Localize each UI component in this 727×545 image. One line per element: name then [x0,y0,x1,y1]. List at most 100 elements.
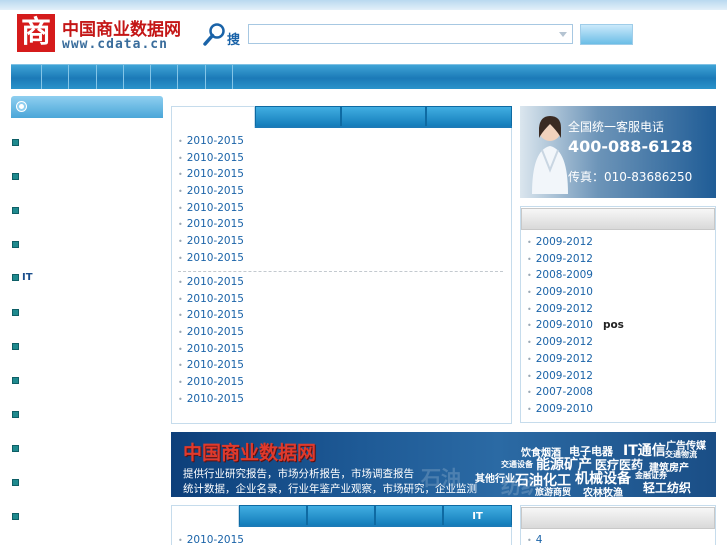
list-item[interactable]: • 2010-2015 [178,218,244,235]
list-item[interactable]: • 2010-2015 [178,293,244,310]
sidebar-item[interactable] [12,407,22,419]
bottom-tab-1[interactable] [171,505,239,527]
list-item-text: 2010-2015 [186,292,244,305]
logo-url: www.cdata.cn [62,37,168,52]
bullet-icon: • [527,254,532,264]
bullet-icon: • [178,220,183,230]
bullet-icon: • [178,294,183,304]
bullet-icon: • [178,253,183,263]
square-bullet-icon [12,138,19,146]
list-item[interactable]: • 2010-2015 [178,252,244,269]
list-item[interactable]: • 2009-2010 [527,286,624,303]
square-bullet-icon [12,206,19,214]
bullet-icon: • [178,536,183,545]
list-item[interactable]: • 2010-2015 [178,135,244,152]
tab-2[interactable] [255,106,341,128]
report-list-a: • 2010-2015 • 2010-2015 • 2010-2015 • 2010-2015… [178,135,244,269]
list-item[interactable]: • 2010-2015 [178,393,244,410]
list-item[interactable]: • 2010-2015 [178,185,244,202]
bottom-tab-2[interactable] [239,505,307,527]
square-bullet-icon [12,342,19,350]
banner-title: 中国商业数据网 [183,442,317,464]
bullet-icon: • [527,404,532,414]
tab-1[interactable] [171,106,255,128]
list-item-text: 2010-2015 [186,235,244,248]
search-input[interactable] [248,24,573,44]
list-item[interactable]: • 2010-2015 [178,152,244,169]
bottom-tab-3[interactable] [307,505,375,527]
sidebar-item[interactable] [12,135,22,147]
sidebar-item[interactable] [12,305,22,317]
bullet-icon: • [178,170,183,180]
bottom-tab-4[interactable] [375,505,443,527]
list-item[interactable]: • 2009-2012 [527,303,624,320]
bottom-list: • 2010-2015 [178,534,244,545]
list-item-text: 2010-2015 [186,218,244,231]
list-item[interactable]: • 2009-2012 [527,370,624,387]
sidebar-item[interactable] [12,237,22,249]
list-item[interactable]: • 2010-2015 [178,376,244,393]
list-item[interactable]: • 2010-2015 [178,343,244,360]
bullet-icon: • [178,278,183,287]
bullet-icon: • [527,338,532,348]
sidebar-item[interactable] [12,339,22,351]
nav-item[interactable] [42,65,69,89]
bullet-icon: • [178,237,183,247]
list-item-text: 2010-2015 [186,342,244,355]
list-item-text: 2010-2015 [186,201,244,214]
sidebar-item[interactable]: IT [12,270,33,283]
nav-item[interactable] [206,65,233,89]
list-item[interactable]: • 2010-2015 [178,202,244,219]
list-item-text: 2009-2010 [535,286,593,299]
hotline-number: 400-088-6128 [568,137,693,156]
nav-item[interactable] [151,65,178,89]
list-item[interactable]: • 2009-2010 pos [527,319,624,336]
site-logo[interactable]: 商 中国商业数据网 www.cdata.cn [17,14,182,62]
sidebar-item[interactable] [12,509,22,521]
bottom-tab-5[interactable]: IT [443,505,512,527]
sidebar-item[interactable] [12,169,22,181]
right-panel-header [521,208,715,230]
list-item-extra: pos [602,319,624,332]
list-item[interactable]: • 2010-2015 [178,359,244,376]
promo-banner[interactable]: 石油 纺织 中国商业数据网 提供行业研究报告，市场分析报告，市场调查报告 统计数… [171,432,716,497]
list-item[interactable]: • 2009-2012 [527,353,624,370]
list-item[interactable]: • 4 [527,534,542,545]
list-item[interactable]: • 2009-2012 [527,253,624,270]
search-icon [203,23,225,46]
tab-3[interactable] [341,106,426,128]
nav-item[interactable] [97,65,124,89]
list-item[interactable]: • 2010-2015 [178,168,244,185]
list-item[interactable]: • 2009-2010 [527,403,624,420]
list-item[interactable]: • 2010-2015 [178,326,244,343]
report-list-b: • 2010-2015 • 2010-2015 • 2010-2015 • 2010-2015… [178,276,244,410]
list-item[interactable]: • 2007-2008 [527,386,624,403]
square-bullet-icon [12,444,19,452]
list-item-text: 2010-2015 [186,168,244,181]
sidebar-item[interactable] [12,475,22,487]
nav-item[interactable] [124,65,151,89]
bullet-icon: • [178,311,183,321]
search-button[interactable] [580,24,633,45]
sidebar-item[interactable] [12,373,22,385]
list-item[interactable]: • 2008-2009 [527,269,624,286]
banner-keyword: 轻工纺织 [643,481,692,495]
tab-4[interactable] [426,106,512,128]
nav-item[interactable] [178,65,206,89]
list-item[interactable]: • 2010-2015 [178,309,244,326]
list-item[interactable]: • 2010-2015 [178,235,244,252]
service-hotline-ad[interactable]: 全国统一客服电话 400-088-6128 传真：010-83686250 [520,106,716,198]
banner-line-2: 统计数据，企业名录，行业年鉴产业观察，市场研究，企业监测 [183,483,477,495]
list-item[interactable]: • 2010-2015 [178,534,244,545]
right-list: • 2009-2012 • 2009-2012 • 2008-2009 • 2009-2010… [527,236,624,420]
list-item-text: 2010-2015 [186,276,244,288]
nav-item[interactable] [69,65,97,89]
chevron-down-icon[interactable] [556,27,570,41]
sidebar-item[interactable] [12,203,22,215]
list-item[interactable]: • 2009-2012 [527,336,624,353]
list-item[interactable]: • 2010-2015 [178,276,244,293]
list-item[interactable]: • 2009-2012 [527,236,624,253]
sidebar-item[interactable] [12,441,22,453]
nav-item[interactable] [11,65,42,89]
banner-line-1: 提供行业研究报告，市场分析报告，市场调查报告 [183,468,414,480]
